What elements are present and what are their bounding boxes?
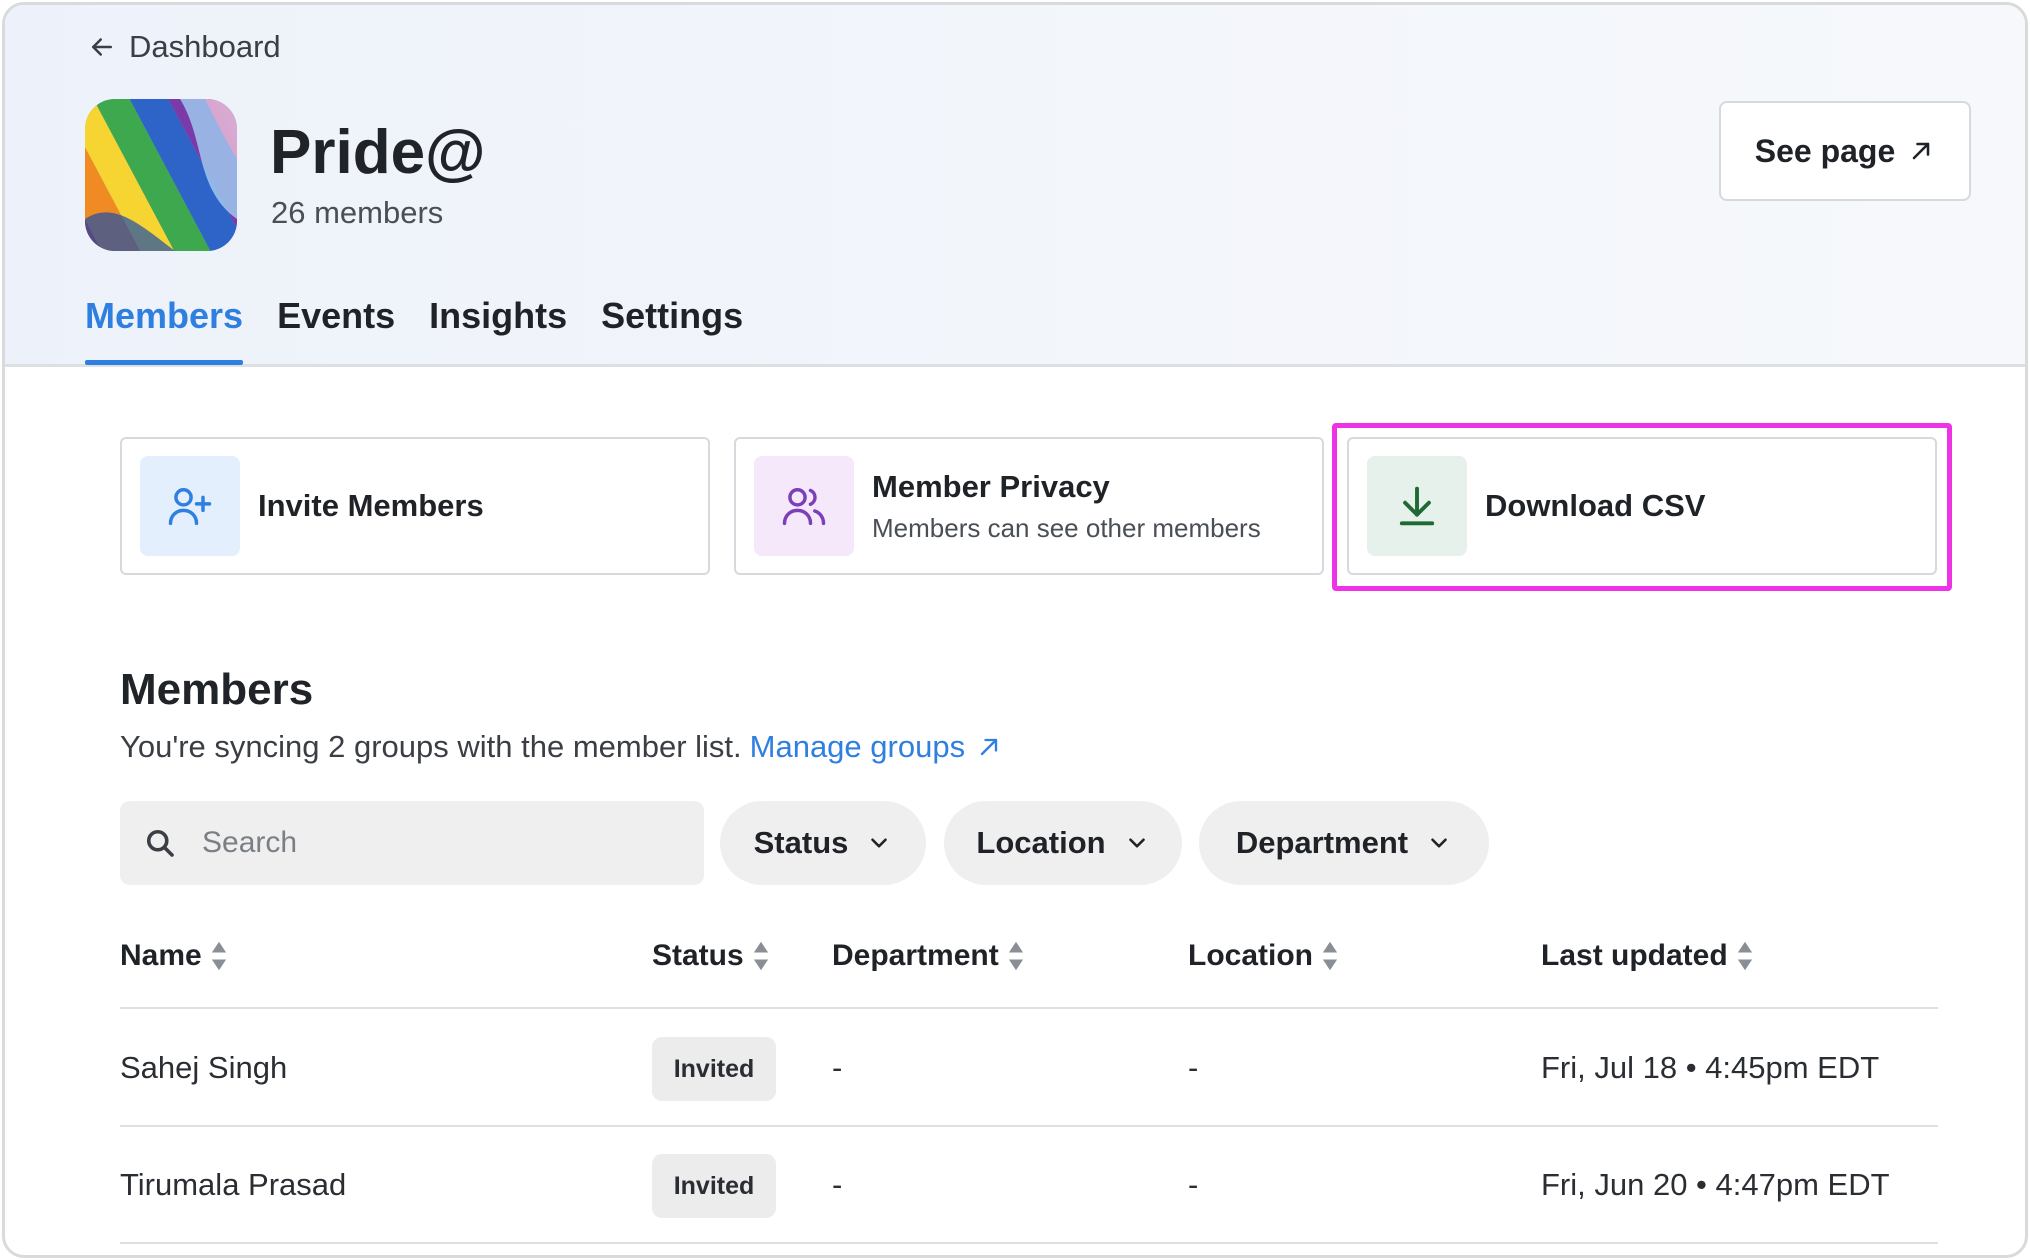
member-location: -: [1188, 1167, 1199, 1202]
status-filter-label: Status: [753, 825, 849, 860]
sort-icon: [1737, 941, 1752, 971]
member-privacy-card[interactable]: Member Privacy Members can see other mem…: [734, 437, 1324, 575]
group-tabs: Members Events Insights Settings: [85, 295, 743, 365]
member-department: -: [832, 1050, 843, 1085]
invite-members-label: Invite Members: [258, 488, 484, 523]
member-name: Tirumala Prasad: [120, 1167, 347, 1202]
sort-icon: [753, 941, 768, 971]
sync-description: You're syncing 2 groups with the member …: [120, 729, 742, 764]
column-header-last-updated[interactable]: Last updated: [1541, 939, 1754, 973]
column-header-label: Location: [1188, 939, 1313, 972]
download-csv-label: Download CSV: [1485, 488, 1706, 523]
column-header-label: Name: [120, 939, 202, 972]
search-input[interactable]: [202, 826, 662, 860]
sort-icon: [1008, 941, 1023, 971]
member-count: 26 members: [271, 195, 444, 230]
member-department: -: [832, 1167, 843, 1202]
arrow-left-icon: [92, 38, 112, 56]
download-csv-card[interactable]: Download CSV: [1347, 437, 1937, 575]
tab-members[interactable]: Members: [85, 295, 244, 365]
tab-events[interactable]: Events: [277, 295, 395, 359]
member-privacy-label: Member Privacy: [872, 468, 1110, 504]
sort-icon: [211, 941, 226, 971]
column-header-location[interactable]: Location: [1188, 939, 1339, 973]
member-privacy-sub: Members can see other members: [872, 512, 1261, 543]
member-name: Sahej Singh: [120, 1050, 288, 1085]
column-header-label: Status: [652, 939, 744, 972]
member-last-updated: Fri, Jun 20 • 4:47pm EDT: [1541, 1167, 1890, 1202]
search-box: [120, 801, 704, 885]
invite-members-card[interactable]: Invite Members: [120, 437, 710, 575]
column-header-label: Department: [832, 939, 999, 972]
external-arrow-icon: [1912, 142, 1930, 160]
see-page-label: See page: [1754, 132, 1896, 169]
chevron-down-icon: [1431, 838, 1447, 848]
tab-settings[interactable]: Settings: [601, 295, 743, 359]
department-filter-label: Department: [1235, 825, 1409, 860]
chevron-down-icon: [871, 838, 888, 848]
column-header-label: Last updated: [1541, 939, 1728, 972]
see-page-button[interactable]: See page: [1719, 101, 1971, 201]
manage-groups-label: Manage groups: [749, 729, 966, 764]
external-arrow-icon: [980, 738, 998, 756]
back-link-label: Dashboard: [129, 29, 281, 64]
location-filter-dropdown[interactable]: Location: [944, 801, 1182, 885]
status-badge: Invited: [652, 1037, 776, 1101]
department-filter-dropdown[interactable]: Department: [1199, 801, 1489, 885]
app-window: Dashboard Pride@ 26 members See page Mem…: [2, 2, 2028, 1258]
status-filter-dropdown[interactable]: Status: [720, 801, 926, 885]
user-plus-icon: [140, 456, 240, 556]
users-icon: [754, 456, 854, 556]
members-section-description: You're syncing 2 groups with the member …: [120, 729, 1003, 765]
table-divider: [120, 1125, 1938, 1127]
manage-groups-link[interactable]: Manage groups: [750, 729, 1003, 765]
column-header-department[interactable]: Department: [832, 939, 1025, 973]
chevron-down-icon: [1128, 838, 1145, 848]
table-divider: [120, 1007, 1938, 1009]
back-to-dashboard-link[interactable]: Dashboard: [87, 29, 281, 65]
location-filter-label: Location: [976, 825, 1106, 860]
tab-insights[interactable]: Insights: [429, 295, 567, 359]
group-header: Dashboard Pride@ 26 members See page Mem…: [5, 5, 2025, 367]
member-location: -: [1188, 1050, 1199, 1085]
search-icon: [146, 829, 174, 857]
group-name: Pride@: [270, 118, 486, 187]
members-section-title: Members: [120, 665, 314, 714]
table-divider: [120, 1242, 1938, 1244]
member-last-updated: Fri, Jul 18 • 4:45pm EDT: [1541, 1050, 1880, 1085]
column-header-status[interactable]: Status: [652, 939, 770, 973]
sort-icon: [1322, 941, 1338, 971]
group-logo: [85, 99, 237, 251]
download-icon: [1367, 456, 1467, 556]
status-badge: Invited: [652, 1154, 776, 1218]
column-header-name[interactable]: Name: [120, 939, 228, 973]
